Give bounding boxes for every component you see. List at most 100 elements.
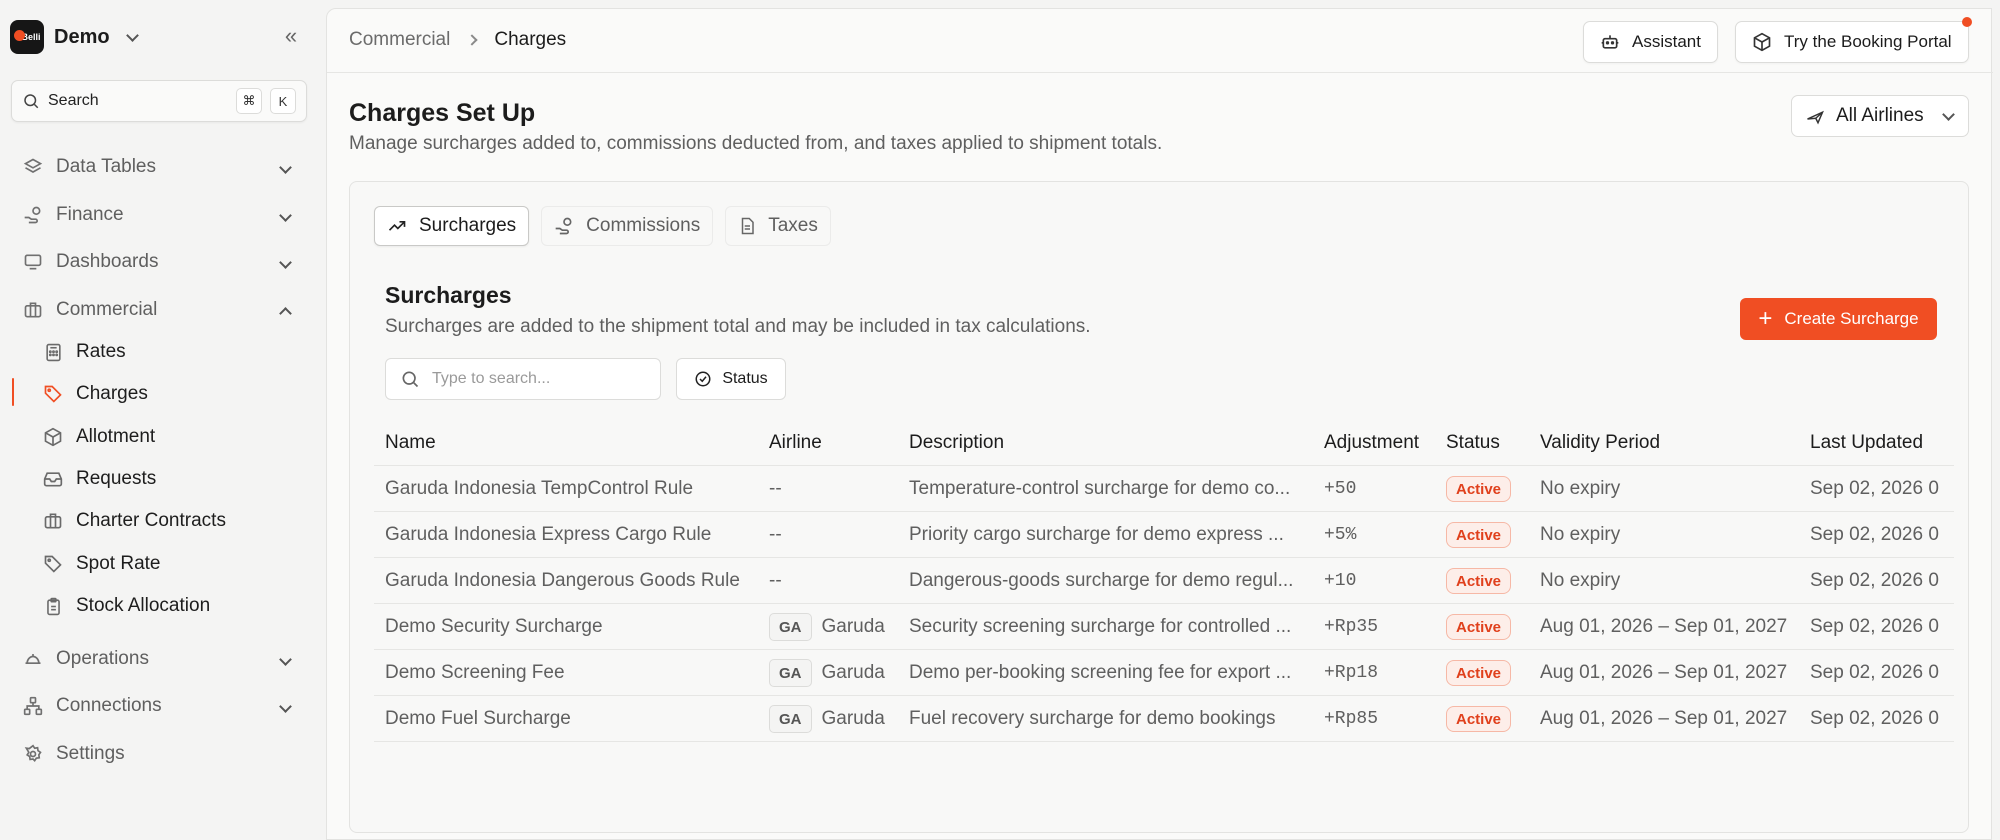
cell-description: Demo per-booking screening fee for expor… bbox=[909, 662, 1292, 683]
status-filter-button[interactable]: Status bbox=[676, 358, 786, 400]
trending-up-icon bbox=[388, 221, 406, 231]
cell-status: Active bbox=[1446, 512, 1536, 558]
status-badge: Active bbox=[1446, 706, 1512, 732]
sidebar-subitem-charges[interactable]: Charges bbox=[34, 375, 314, 413]
airline-code-badge: GA bbox=[769, 613, 812, 641]
cell-status: Active bbox=[1446, 466, 1536, 512]
cell-airline: -- bbox=[769, 558, 904, 604]
sidebar-item-finance[interactable]: Finance bbox=[10, 195, 310, 235]
status-badge: Active bbox=[1446, 522, 1512, 548]
table-row[interactable]: Garuda Indonesia Dangerous Goods Rule -- D… bbox=[374, 558, 1954, 604]
cell-name: Garuda Indonesia TempControl Rule bbox=[385, 478, 694, 499]
sidebar-search[interactable]: Search ⌘ K bbox=[11, 80, 307, 122]
col-airline[interactable]: Airline bbox=[769, 420, 904, 466]
table-row[interactable]: Garuda Indonesia TempControl Rule -- Tempe… bbox=[374, 466, 1954, 512]
cell-last-updated: Sep 02, 2026 0 bbox=[1810, 616, 1939, 637]
col-name[interactable]: Name bbox=[385, 420, 765, 466]
tag-icon bbox=[42, 383, 64, 405]
workspace-name: Demo bbox=[54, 25, 110, 48]
sidebar-subitem-stock-allocation[interactable]: Stock Allocation bbox=[34, 587, 314, 625]
table-search-input[interactable] bbox=[432, 370, 632, 388]
clipboard-icon bbox=[42, 595, 64, 617]
charge-tabs: Surcharges Commissions Taxes bbox=[374, 206, 831, 246]
chevron-down-icon bbox=[279, 699, 292, 713]
assistant-button[interactable]: Assistant bbox=[1583, 21, 1718, 63]
status-badge: Active bbox=[1446, 660, 1512, 686]
airline-code-badge: GA bbox=[769, 659, 812, 687]
calculator-icon bbox=[42, 341, 64, 363]
tab-taxes[interactable]: Taxes bbox=[725, 206, 831, 246]
sidebar-item-data-tables[interactable]: Data Tables bbox=[10, 147, 310, 187]
table-row[interactable]: Demo Security Surcharge GA Garuda Security … bbox=[374, 604, 1954, 650]
cell-adjustment: +Rp18 bbox=[1324, 663, 1379, 683]
robot-icon bbox=[1601, 35, 1619, 49]
cell-status: Active bbox=[1446, 696, 1536, 742]
sidebar-subitem-spot-rate[interactable]: Spot Rate bbox=[34, 545, 314, 583]
cell-last-updated: Sep 02, 2026 0 bbox=[1810, 708, 1939, 729]
chevron-down-icon bbox=[279, 652, 292, 666]
inbox-icon bbox=[42, 468, 64, 490]
table-row[interactable]: Garuda Indonesia Express Cargo Rule -- Pri… bbox=[374, 512, 1954, 558]
chevron-down-icon bbox=[125, 28, 139, 42]
cell-airline: GA Garuda bbox=[769, 650, 904, 696]
sidebar-item-commercial[interactable]: Commercial bbox=[10, 290, 310, 330]
chevron-up-icon bbox=[279, 306, 292, 320]
cell-status: Active bbox=[1446, 604, 1536, 650]
top-bar: Commercial Charges Assistant Try the Boo… bbox=[327, 9, 1993, 73]
sidebar-subitem-rates[interactable]: Rates bbox=[34, 333, 314, 371]
table-row[interactable]: Demo Screening Fee GA Garuda Demo per-booki… bbox=[374, 650, 1954, 696]
airline-filter-select[interactable]: All Airlines bbox=[1791, 95, 1969, 137]
airline-name: -- bbox=[769, 524, 782, 545]
col-validity[interactable]: Validity Period bbox=[1540, 420, 1804, 466]
cell-status: Active bbox=[1446, 650, 1536, 696]
shortcut-k: K bbox=[270, 88, 296, 114]
sidebar-item-connections[interactable]: Connections bbox=[10, 686, 310, 726]
create-surcharge-button[interactable]: + Create Surcharge bbox=[1740, 298, 1937, 340]
booking-portal-button[interactable]: Try the Booking Portal bbox=[1735, 17, 1972, 63]
col-description[interactable]: Description bbox=[909, 420, 1319, 466]
breadcrumb-commercial[interactable]: Commercial bbox=[349, 29, 450, 51]
cell-adjustment: +50 bbox=[1324, 479, 1357, 499]
plane-icon bbox=[22, 648, 44, 670]
cell-description: Fuel recovery surcharge for demo booking… bbox=[909, 708, 1276, 729]
airline-name: -- bbox=[769, 478, 782, 499]
sidebar-item-settings[interactable]: Settings bbox=[10, 734, 310, 774]
breadcrumb: Commercial Charges bbox=[349, 29, 566, 51]
cell-validity: Aug 01, 2026 – Sep 01, 2027 bbox=[1540, 616, 1788, 637]
notification-dot bbox=[1961, 17, 1972, 27]
cell-validity: Aug 01, 2026 – Sep 01, 2027 bbox=[1540, 708, 1788, 729]
sidebar-item-dashboards[interactable]: Dashboards bbox=[10, 242, 310, 282]
chevron-down-icon bbox=[1941, 107, 1955, 121]
col-last-updated[interactable]: Last Updated bbox=[1810, 420, 1954, 466]
col-adjustment[interactable]: Adjustment bbox=[1324, 420, 1442, 466]
chevron-down-icon bbox=[279, 255, 292, 269]
tab-surcharges[interactable]: Surcharges bbox=[374, 206, 530, 246]
sidebar-subitem-requests[interactable]: Requests bbox=[34, 460, 314, 498]
sidebar-subitem-charter-contracts[interactable]: Charter Contracts bbox=[34, 502, 314, 540]
workspace-switcher[interactable]: Belli Demo bbox=[10, 20, 139, 54]
collapse-sidebar-icon[interactable]: « bbox=[280, 25, 302, 48]
table-row[interactable]: Demo Fuel Surcharge GA Garuda Fuel recovery… bbox=[374, 696, 1954, 742]
airline-name: Garuda bbox=[821, 662, 885, 683]
cell-description: Dangerous-goods surcharge for demo regul… bbox=[909, 570, 1294, 591]
tab-commissions[interactable]: Commissions bbox=[541, 206, 714, 246]
main-panel: Commercial Charges Assistant Try the Boo… bbox=[326, 8, 1993, 840]
document-icon bbox=[741, 217, 754, 235]
plus-icon: + bbox=[1758, 305, 1773, 332]
airline-code-badge: GA bbox=[769, 705, 812, 733]
sidebar-search-label: Search bbox=[48, 92, 99, 109]
table-search[interactable] bbox=[385, 358, 661, 400]
page-subtitle: Manage surcharges added to, commissions … bbox=[349, 133, 1163, 154]
airline-name: Garuda bbox=[821, 616, 885, 637]
cell-status: Active bbox=[1446, 558, 1536, 604]
col-status[interactable]: Status bbox=[1446, 420, 1536, 466]
sidebar-item-operations[interactable]: Operations bbox=[10, 639, 310, 679]
cell-adjustment: +Rp35 bbox=[1324, 617, 1379, 637]
sidebar-subitem-allotment[interactable]: Allotment bbox=[34, 418, 314, 456]
hand-coins-icon bbox=[22, 204, 44, 226]
cell-adjustment: +Rp85 bbox=[1324, 709, 1379, 729]
search-icon bbox=[24, 94, 39, 109]
cell-airline: -- bbox=[769, 512, 904, 558]
section-subtitle: Surcharges are added to the shipment tot… bbox=[385, 316, 1091, 337]
tag-icon bbox=[42, 553, 64, 575]
